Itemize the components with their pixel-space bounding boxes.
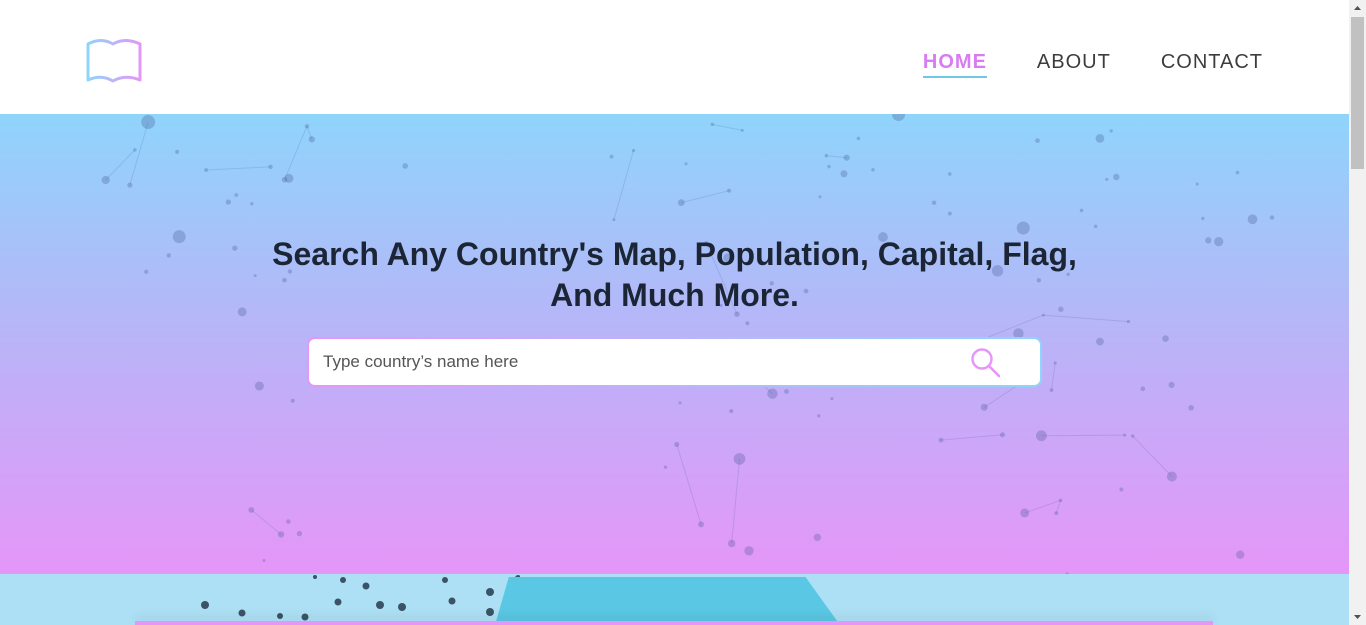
nav-contact-link[interactable]: CONTACT [1161, 50, 1263, 78]
scroll-up-arrow-icon[interactable] [1349, 0, 1366, 17]
lower-decor-dots [201, 575, 520, 621]
hero-title-line-1: Search Any Country's Map, Population, Ca… [272, 236, 1077, 272]
hero-title: Search Any Country's Map, Population, Ca… [0, 234, 1349, 316]
hero-section: Search Any Country's Map, Population, Ca… [0, 114, 1349, 574]
scroll-down-arrow-icon[interactable] [1349, 608, 1366, 625]
search-box [307, 337, 1042, 387]
nav-about-link[interactable]: ABOUT [1037, 50, 1111, 78]
country-search-input[interactable] [323, 339, 943, 385]
book-icon[interactable] [85, 38, 143, 84]
page: HOME ABOUT CONTACT Search Any Country's … [0, 0, 1349, 625]
content-card [135, 621, 1213, 625]
site-header: HOME ABOUT CONTACT [0, 0, 1349, 114]
search-icon[interactable] [970, 347, 1002, 379]
nav-home-link[interactable]: HOME [922, 50, 987, 78]
lower-section [0, 574, 1349, 625]
scrollbar-thumb[interactable] [1351, 17, 1364, 169]
main-nav: HOME ABOUT CONTACT [922, 50, 1263, 78]
lower-decor-shape [495, 577, 840, 625]
vertical-scrollbar[interactable] [1349, 0, 1366, 625]
hero-title-line-2: And Much More. [550, 277, 799, 313]
